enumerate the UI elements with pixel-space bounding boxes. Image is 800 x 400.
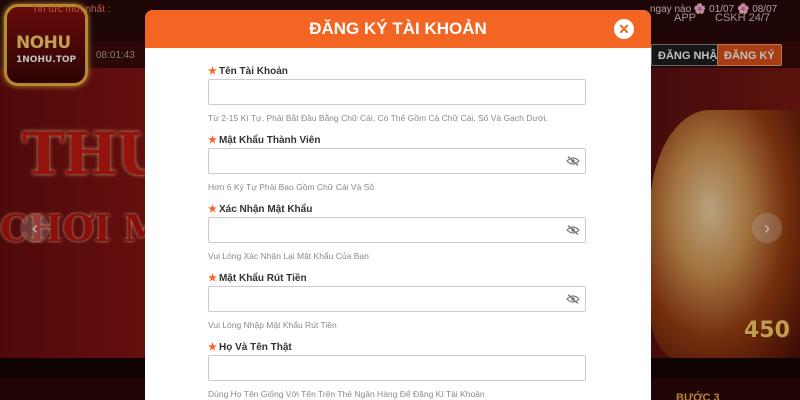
close-icon[interactable]: ✕ [614,19,634,39]
confirm-password-label: Xác Nhận Mật Khẩu [218,204,313,215]
field-password: ★ Mật Khẩu Thành Viên Hơn 6 Ký Tự Phải Ba… [208,134,588,203]
required-star-icon: ★ [208,135,217,146]
required-star-icon: ★ [208,273,217,284]
username-label: Tên Tài Khoản [218,66,288,77]
field-withdraw-password: ★ Mật Khẩu Rút Tiền Vui Lòng Nhập Mật Khẩ… [208,272,588,341]
username-input[interactable] [208,79,586,105]
eye-off-icon[interactable] [566,156,580,166]
field-confirm-password: ★ Xác Nhận Mật Khẩu Vui Lòng Xác Nhận Lại… [208,203,588,272]
withdraw-password-label: Mật Khẩu Rút Tiền [218,273,307,284]
password-hint: Hơn 6 Ký Tự Phải Bao Gồm Chữ Cái Và Số [208,182,375,192]
withdraw-password-input[interactable] [208,286,586,312]
withdraw-password-hint: Vui Lòng Nhập Mật Khẩu Rút Tiền [208,320,337,330]
password-label: Mật Khẩu Thành Viên [218,135,321,146]
password-input[interactable] [208,148,586,174]
required-star-icon: ★ [208,342,217,353]
username-hint: Từ 2-15 Kí Tự, Phải Bắt Đầu Bằng Chữ Cái… [208,113,548,123]
required-star-icon: ★ [208,204,217,215]
field-username: ★ Tên Tài Khoản Từ 2-15 Kí Tự, Phải Bắt Đ… [208,65,588,134]
eye-off-icon[interactable] [566,225,580,235]
real-name-hint: Dùng Họ Tên Giống Với Tên Trên Thẻ Ngân … [208,389,485,399]
real-name-input[interactable] [208,355,586,381]
confirm-password-hint: Vui Lòng Xác Nhận Lại Mật Khẩu Của Bạn [208,251,369,261]
confirm-password-input[interactable] [208,217,586,243]
field-real-name: ★ Họ Và Tên Thật Dùng Họ Tên Giống Với Tê… [208,341,588,400]
eye-off-icon[interactable] [566,294,580,304]
modal-header: ĐĂNG KÝ TÀI KHOẢN ✕ [145,10,651,48]
real-name-label: Họ Và Tên Thật [218,342,292,353]
required-star-icon: ★ [208,66,217,77]
register-modal: ĐĂNG KÝ TÀI KHOẢN ✕ ★ Tên Tài Khoản Từ 2-… [145,10,651,400]
modal-title: ĐĂNG KÝ TÀI KHOẢN [309,19,487,38]
register-form: ★ Tên Tài Khoản Từ 2-15 Kí Tự, Phải Bắt Đ… [208,65,588,400]
